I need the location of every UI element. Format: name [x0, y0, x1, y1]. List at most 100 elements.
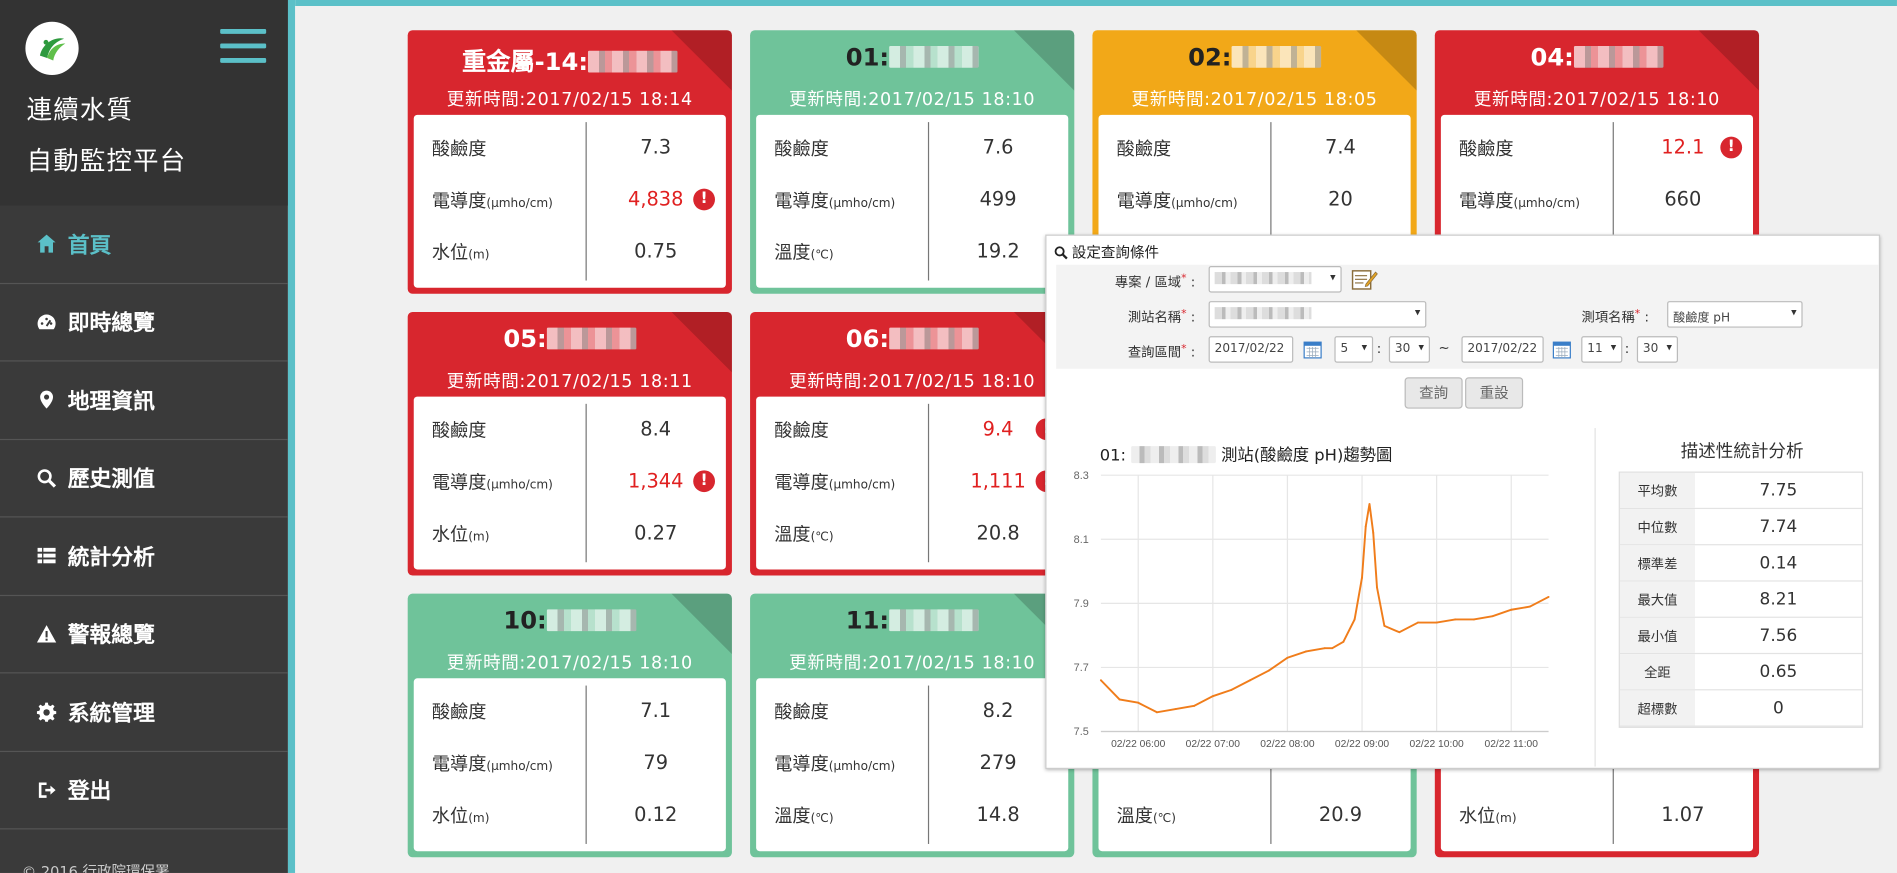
x-tick-label: 02/22 06:00 [1111, 739, 1166, 750]
card-title: 05: [408, 324, 732, 353]
card-body: 酸鹼度 7.1 電導度(µmho/cm) 79 水位(m) 0.12 [413, 678, 726, 852]
item-select[interactable]: 酸鹼度 pH [1667, 301, 1803, 328]
calendar-icon[interactable] [1552, 340, 1571, 359]
footer-copyright: © 2016 行政院環保署 [21, 863, 170, 873]
reading-label-text: 電導度 [774, 189, 829, 212]
station-label-text: 測站名稱 [1127, 309, 1182, 326]
end-colon: : [1624, 340, 1630, 357]
reading-label-text: 電導度 [1459, 189, 1514, 212]
card-update-time: 更新時間:2017/02/15 18:14 [446, 90, 693, 111]
station-card[interactable]: 01: 更新時間:2017/02/15 18:10 酸鹼度 7.6 電導度(µmho/c… [750, 30, 1075, 294]
area-select[interactable] [1208, 266, 1342, 293]
ph-data-point [1331, 647, 1334, 650]
reading-label-text: 電導度 [431, 471, 487, 494]
end-date-input[interactable]: 2017/02/22 [1461, 336, 1544, 363]
reading-label-text: 水位 [1459, 805, 1496, 828]
x-tick-label: 02/22 08:00 [1260, 739, 1315, 750]
ph-data-point [1211, 695, 1214, 698]
card-title-code: 重金屬-14: [462, 47, 589, 77]
reading-row: 溫度(℃) 20.8 [756, 507, 1068, 559]
reading-unit: (µmho/cm) [486, 197, 553, 211]
chart-title-prefix: 01: [1099, 446, 1127, 466]
calendar-icon[interactable] [1303, 340, 1322, 359]
sidebar-item-statistics[interactable]: 統計分析 [0, 517, 288, 596]
stat-value: 0 [1772, 698, 1784, 718]
sidebar-nav: 首頁 即時總覽 地理資訊 歷史測值 統計分析 警報總覽 系統管理 登出 [0, 206, 288, 830]
reading-row: 溫度(℃) 14.8 [756, 788, 1068, 840]
sidebar-item-overview[interactable]: 即時總覽 [0, 284, 288, 362]
menu-toggle-button[interactable] [220, 29, 267, 63]
card-title-code: 02: [1188, 42, 1232, 72]
reading-label-text: 電導度 [1116, 189, 1172, 212]
search-button[interactable]: 查詢 [1404, 377, 1463, 409]
sidebar-item-history[interactable]: 歷史測值 [0, 440, 288, 518]
stat-row: 最大值 8.21 [1619, 581, 1862, 618]
end-hour-select[interactable]: 11 [1581, 336, 1623, 363]
reading-label: 酸鹼度 [774, 417, 828, 442]
card-body: 酸鹼度 7.3 電導度(µmho/cm) 4,838! 水位(m) 0.75 [413, 114, 726, 288]
station-card[interactable]: 06: 更新時間:2017/02/15 18:10 酸鹼度9.4!電導度(µmho/… [750, 311, 1075, 576]
reading-unit: (µmho/cm) [486, 478, 553, 493]
reading-label: 酸鹼度 [432, 417, 486, 442]
end-minute-select[interactable]: 30 [1636, 336, 1678, 363]
reading-label: 電導度(µmho/cm) [432, 751, 553, 776]
card-update-time: 更新時間:2017/02/15 18:10 [789, 372, 1036, 392]
stats-title: 描述性統計分析 [1680, 442, 1804, 462]
reading-row: 酸鹼度 8.2 [756, 684, 1068, 736]
y-tick-label: 8.1 [1074, 534, 1089, 546]
reading-value: 0.75 [634, 239, 678, 263]
reading-label-text: 水位 [431, 805, 469, 828]
y-tick-label: 7.9 [1074, 598, 1089, 610]
start-date-input[interactable]: 2017/02/22 [1208, 336, 1294, 363]
stat-label: 標準差 [1619, 545, 1695, 581]
card-title-station [889, 45, 979, 68]
card-body: 酸鹼度9.4!電導度(µmho/cm)1,111!溫度(℃)20.8 [756, 396, 1069, 570]
reading-unit: (℃) [810, 812, 834, 826]
reading-label: 酸鹼度 [432, 135, 486, 160]
sidebar-item-alarms[interactable]: 警報總覽 [0, 595, 288, 674]
ph-series-line [1100, 503, 1549, 714]
reading-row: 水位(m) 0.12 [414, 788, 726, 840]
end-date-value: 2017/02/22 [1467, 342, 1538, 356]
ph-data-point [1491, 615, 1494, 618]
card-title: 06: [750, 324, 1074, 353]
start-hour-value: 5 [1340, 342, 1349, 356]
station-card[interactable]: 05: 更新時間:2017/02/15 18:11 酸鹼度 8.4 電導度(µmho/c… [407, 311, 732, 576]
card-title: 10: [408, 606, 732, 635]
reading-label: 水位(m) [432, 803, 490, 828]
sidebar-item-logout[interactable]: 登出 [0, 751, 288, 830]
station-select[interactable] [1208, 301, 1427, 328]
edit-icon[interactable] [1351, 267, 1378, 291]
ph-data-point [1249, 679, 1252, 682]
ph-data-point [1361, 576, 1364, 579]
logo[interactable] [25, 21, 79, 75]
sidebar-item-map[interactable]: 地理資訊 [0, 362, 288, 440]
alert-icon: ! [693, 188, 715, 211]
station-card[interactable]: 11: 更新時間:2017/02/15 18:10 酸鹼度 8.2 電導度(µmho/c… [750, 593, 1075, 858]
stat-value: 8.21 [1759, 589, 1798, 609]
alert-icon: ! [693, 470, 715, 493]
reading-label: 酸鹼度 [432, 699, 486, 724]
station-card[interactable]: 重金屬-14: 更新時間:2017/02/15 18:14 酸鹼度 7.3 電導度(µm… [407, 30, 732, 294]
range-label: 查詢區間* : [1105, 342, 1195, 361]
reading-unit: (µmho/cm) [486, 760, 553, 774]
stat-value: 7.56 [1759, 625, 1798, 646]
ph-data-point [1368, 503, 1371, 505]
ph-data-point [1323, 647, 1326, 650]
ph-data-point [1375, 586, 1378, 589]
ph-data-point [1267, 669, 1270, 672]
sidebar-item-system[interactable]: 系統管理 [0, 673, 288, 752]
reading-unit: (µmho/cm) [828, 197, 896, 211]
reading-row: 酸鹼度 7.1 [414, 684, 726, 736]
start-minute-select[interactable]: 30 [1388, 336, 1430, 363]
stat-row: 全距 0.65 [1619, 654, 1862, 691]
ph-data-point [1305, 650, 1308, 653]
station-card[interactable]: 10: 更新時間:2017/02/15 18:10 酸鹼度 7.1 電導度(µmho/c… [407, 593, 732, 858]
sidebar-item-home[interactable]: 首頁 [0, 206, 288, 284]
reading-unit: (m) [1495, 812, 1517, 826]
reset-button[interactable]: 重設 [1465, 377, 1524, 409]
card-update-time: 更新時間:2017/02/15 18:10 [1473, 90, 1720, 111]
reading-row: 電導度(µmho/cm) 279 [756, 736, 1068, 788]
start-hour-select[interactable]: 5 [1334, 336, 1374, 363]
y-tick-label: 7.5 [1074, 726, 1089, 738]
